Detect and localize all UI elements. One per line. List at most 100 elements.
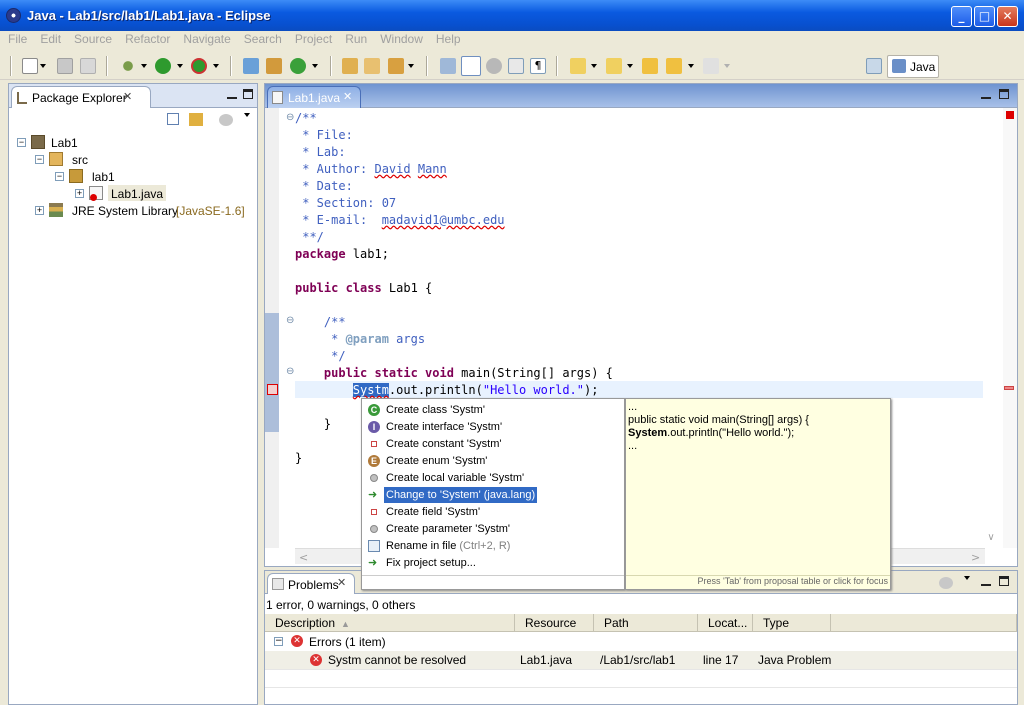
fold-icon[interactable]: ⊖ (286, 315, 294, 326)
error-marker-icon[interactable] (267, 384, 278, 395)
problems-group-row[interactable]: − ✕ Errors (1 item) (265, 633, 1017, 651)
title-bar[interactable]: Java - Lab1/src/lab1/Lab1.java - Eclipse… (0, 0, 1024, 31)
new-java-project-icon[interactable] (243, 58, 259, 74)
menu-refactor[interactable]: Refactor (117, 31, 175, 46)
show-whitespace-icon[interactable]: ¶ (530, 58, 546, 74)
open-type-icon[interactable] (342, 58, 358, 74)
error-summary-icon[interactable] (1006, 111, 1014, 119)
search-icon[interactable] (388, 58, 404, 74)
open-folder-icon[interactable] (364, 58, 380, 74)
menu-source[interactable]: Source (66, 31, 117, 46)
link-with-editor-icon[interactable] (189, 113, 203, 126)
error-overview-marker[interactable] (1004, 386, 1014, 390)
maximize-view-icon[interactable] (999, 576, 1009, 586)
new-icon[interactable] (22, 58, 38, 74)
menu-project[interactable]: Project (287, 31, 337, 46)
expand-toggle-icon[interactable]: + (35, 206, 44, 215)
field-icon (371, 509, 377, 515)
close-tab-icon[interactable]: ✕ (337, 576, 346, 589)
last-edit-location-icon[interactable] (642, 58, 658, 74)
forward-icon[interactable] (703, 58, 719, 74)
java-file-icon (272, 91, 283, 104)
scroll-down-icon[interactable]: ∨ (983, 530, 999, 546)
collapse-toggle-icon[interactable]: − (55, 172, 64, 181)
back-icon[interactable] (666, 58, 682, 74)
package-explorer-toolbar (9, 108, 257, 130)
collapse-toggle-icon[interactable]: − (274, 637, 283, 646)
close-tab-icon[interactable]: ✕ (123, 90, 132, 103)
column-type[interactable]: Type (753, 614, 831, 632)
back-dropdown-icon[interactable] (688, 64, 694, 68)
menu-window[interactable]: Window (372, 31, 428, 46)
menu-edit[interactable]: Edit (32, 31, 66, 46)
scroll-left-icon[interactable]: < (299, 551, 308, 564)
table-row[interactable]: ✕ Systm cannot be resolved Lab1.java /La… (265, 651, 1017, 669)
run-icon[interactable] (155, 58, 171, 74)
scroll-right-icon[interactable]: > (971, 551, 980, 564)
print-icon[interactable] (80, 58, 96, 74)
column-path[interactable]: Path (594, 614, 698, 632)
next-annotation-dropdown-icon[interactable] (591, 64, 597, 68)
maximize-editor-icon[interactable] (999, 89, 1009, 99)
block-selection-icon[interactable] (508, 58, 524, 74)
fold-icon[interactable]: ⊖ (286, 112, 294, 123)
column-location[interactable]: Locat... (698, 614, 753, 632)
annotation-icon[interactable] (440, 58, 456, 74)
column-resource[interactable]: Resource (515, 614, 594, 632)
open-perspective-icon[interactable] (866, 58, 882, 74)
overview-ruler[interactable] (1003, 108, 1017, 548)
view-menu-icon[interactable] (964, 576, 970, 580)
package-explorer-icon (17, 92, 27, 104)
minimize-editor-icon[interactable] (981, 89, 991, 99)
search-dropdown-icon[interactable] (408, 64, 414, 68)
new-package-icon[interactable] (266, 58, 282, 74)
code-author-first: David (374, 162, 411, 176)
toggle-breadcrumb-icon[interactable] (486, 58, 502, 74)
menu-search[interactable]: Search (236, 31, 287, 46)
new-class-dropdown-icon[interactable] (312, 64, 318, 68)
new-dropdown-icon[interactable] (40, 64, 46, 68)
previous-annotation-dropdown-icon[interactable] (627, 64, 633, 68)
debug-icon[interactable] (120, 58, 136, 74)
view-menu-icon[interactable] (244, 113, 250, 117)
next-annotation-icon[interactable] (570, 58, 586, 74)
mark-occurrences-icon[interactable] (461, 56, 481, 76)
code-line-7: * E-mail: madavid1@umbc.edu (295, 213, 505, 227)
previous-annotation-icon[interactable] (606, 58, 622, 74)
menu-navigate[interactable]: Navigate (175, 31, 235, 46)
toolbar-separator (426, 56, 428, 76)
debug-dropdown-icon[interactable] (141, 64, 147, 68)
minimize-button[interactable]: _ (951, 6, 972, 27)
focus-icon[interactable] (219, 114, 233, 126)
expand-toggle-icon[interactable]: + (75, 189, 84, 198)
collapse-toggle-icon[interactable]: − (17, 138, 26, 147)
close-tab-icon[interactable]: ✕ (343, 90, 352, 103)
collapse-all-icon[interactable] (167, 113, 179, 125)
collapse-toggle-icon[interactable]: − (35, 155, 44, 164)
menu-help[interactable]: Help (428, 31, 466, 46)
proposal-details[interactable]: ... public static void main(String[] arg… (625, 398, 891, 590)
focus-icon[interactable] (939, 577, 953, 589)
error-icon: ✕ (291, 635, 303, 647)
save-icon[interactable] (57, 58, 73, 74)
external-tools-dropdown-icon[interactable] (213, 64, 219, 68)
java-perspective-button[interactable]: Java (887, 55, 939, 78)
close-button[interactable]: ✕ (997, 6, 1018, 27)
package-icon (69, 169, 83, 183)
quick-fix-proposals[interactable]: C Create class 'Systm' I Create interfac… (361, 398, 625, 590)
maximize-button[interactable]: □ (974, 6, 995, 27)
minimize-view-icon[interactable] (227, 89, 237, 99)
menu-run[interactable]: Run (337, 31, 372, 46)
menu-file[interactable]: File (0, 31, 32, 46)
code-line-16: public static void main(String[] args) { (323, 366, 613, 380)
forward-dropdown-icon[interactable] (724, 64, 730, 68)
run-dropdown-icon[interactable] (177, 64, 183, 68)
column-label: Description (275, 616, 336, 630)
maximize-view-icon[interactable] (243, 89, 253, 99)
external-tools-icon[interactable] (191, 58, 207, 74)
column-description[interactable]: Description ▲ (265, 614, 515, 632)
new-class-icon[interactable] (290, 58, 306, 74)
fold-icon[interactable]: ⊖ (286, 366, 294, 377)
minimize-view-icon[interactable] (981, 576, 991, 586)
constant-icon (371, 441, 377, 447)
